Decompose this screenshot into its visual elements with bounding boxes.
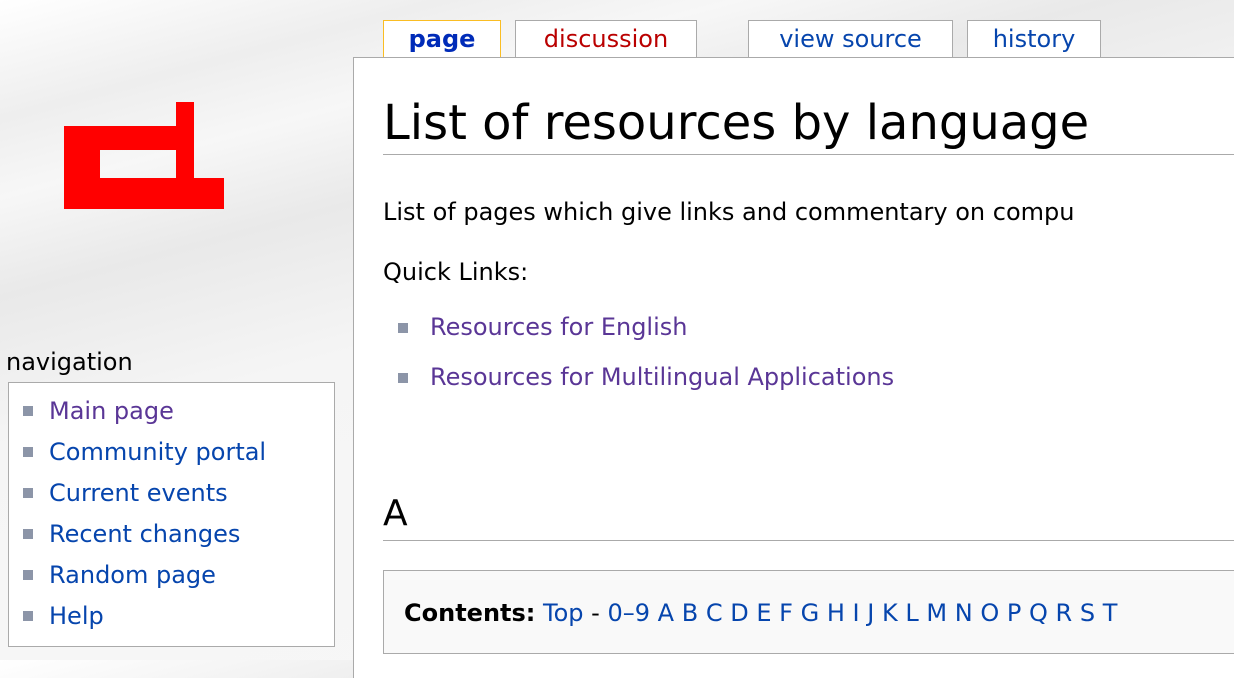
toc-link-e[interactable]: E [756,599,771,627]
toc-link-b[interactable]: B [682,599,698,627]
content-area: List of resources by language List of pa… [353,57,1234,678]
bullet-icon [23,488,33,498]
toc-separator: - [583,599,608,627]
nav-item-random-page: Random page [19,557,266,598]
nav-item-recent-changes: Recent changes [19,516,266,557]
nav-item-main-page: Main page [19,393,266,434]
quick-links-label: Quick Links: [383,258,529,286]
nav-link-recent-changes[interactable]: Recent changes [49,520,240,548]
bullet-icon [23,447,33,457]
quick-links-list: Resources for English Resources for Mult… [396,310,894,410]
bullet-icon [398,323,408,333]
navigation-heading: navigation [6,348,133,376]
tab-history[interactable]: history [967,20,1101,57]
intro-text: List of pages which give links and comme… [383,198,1075,226]
toc-link-c[interactable]: C [706,599,723,627]
bullet-icon [23,611,33,621]
toc-link-t[interactable]: T [1103,599,1118,627]
bullet-icon [23,570,33,580]
navigation-portlet: Main page Community portal Current event… [8,382,335,647]
site-logo[interactable] [64,102,224,210]
toc-link-r[interactable]: R [1056,599,1073,627]
page-title: List of resources by language [383,92,1234,155]
toc-link-0-9[interactable]: 0–9 [607,599,650,627]
tab-discussion[interactable]: discussion [515,20,697,57]
nav-link-main-page[interactable]: Main page [49,397,174,425]
toc-link-k[interactable]: K [882,599,898,627]
toc-link-p[interactable]: P [1007,599,1021,627]
nav-item-current-events: Current events [19,475,266,516]
toc-link-f[interactable]: F [779,599,793,627]
toc-label: Contents: [404,599,536,627]
toc-link-l[interactable]: L [905,599,918,627]
toc-link-s[interactable]: S [1080,599,1095,627]
toc-letters: 0–9 A B C D E F G H I J K L M N O P Q R … [607,599,1117,627]
bullet-icon [23,529,33,539]
tab-view-source[interactable]: view source [748,20,953,57]
bullet-icon [398,373,408,383]
table-of-contents: Contents: Top - 0–9 A B C D E F G H I J … [383,570,1234,654]
nav-link-help[interactable]: Help [49,602,104,630]
link-resources-multilingual[interactable]: Resources for Multilingual Applications [430,363,894,391]
toc-link-d[interactable]: D [730,599,748,627]
nav-item-community-portal: Community portal [19,434,266,475]
tab-page[interactable]: page [383,20,501,59]
toc-link-top[interactable]: Top [543,599,584,627]
toc-link-a[interactable]: A [658,599,674,627]
bullet-icon [23,406,33,416]
section-heading-a: A [383,488,1234,541]
toc-link-n[interactable]: N [955,599,973,627]
toc-link-o[interactable]: O [980,599,999,627]
nav-link-community-portal[interactable]: Community portal [49,438,266,466]
logo-area[interactable] [0,0,350,330]
list-item: Resources for English [396,310,894,360]
toc-link-j[interactable]: J [867,599,874,627]
nav-link-random-page[interactable]: Random page [49,561,216,589]
nav-item-help: Help [19,598,266,639]
nav-link-current-events[interactable]: Current events [49,479,228,507]
toc-link-g[interactable]: G [801,599,820,627]
link-resources-english[interactable]: Resources for English [430,313,687,341]
navigation-list: Main page Community portal Current event… [19,393,266,639]
list-item: Resources for Multilingual Applications [396,360,894,410]
toc-link-i[interactable]: I [853,599,860,627]
toc-link-h[interactable]: H [827,599,845,627]
toc-link-m[interactable]: M [926,599,947,627]
toc-link-q[interactable]: Q [1029,599,1048,627]
